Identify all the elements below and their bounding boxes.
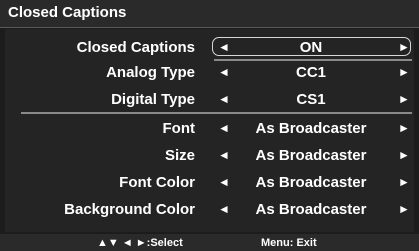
closed-captions-menu: Closed Captions Closed Captions ◄ ON ► A… bbox=[0, 0, 419, 251]
arrow-right-icon[interactable]: ► bbox=[398, 65, 410, 79]
menu-title-bar: Closed Captions bbox=[0, 0, 419, 28]
divider-middle bbox=[21, 112, 412, 114]
setting-label: Font bbox=[162, 120, 195, 137]
setting-label: Font Color bbox=[119, 174, 195, 191]
setting-row-size[interactable]: Size ◄ As Broadcaster ► bbox=[5, 144, 414, 168]
menu-title: Closed Captions bbox=[8, 4, 127, 21]
setting-label: Digital Type bbox=[111, 91, 195, 108]
footer-bar: ▲▼ ◄ ►:Select Menu: Exit bbox=[0, 234, 419, 251]
arrow-right-icon[interactable]: ► bbox=[398, 175, 410, 189]
setting-value: As Broadcaster bbox=[255, 201, 367, 218]
setting-row-font-color[interactable]: Font Color ◄ As Broadcaster ► bbox=[5, 171, 414, 195]
arrow-right-icon[interactable]: ► bbox=[398, 40, 410, 54]
setting-value: As Broadcaster bbox=[255, 120, 367, 137]
select-hint: ▲▼ ◄ ►:Select bbox=[97, 237, 183, 249]
setting-label: Size bbox=[164, 147, 195, 164]
setting-value: As Broadcaster bbox=[255, 174, 367, 191]
setting-row-closed-captions[interactable]: Closed Captions ◄ ON ► bbox=[5, 36, 414, 60]
setting-value: As Broadcaster bbox=[255, 147, 367, 164]
setting-label: Background Color bbox=[64, 201, 195, 218]
setting-label: Closed Captions bbox=[76, 39, 195, 56]
arrow-right-icon[interactable]: ► bbox=[398, 148, 410, 162]
arrow-right-icon[interactable]: ► bbox=[398, 121, 410, 135]
setting-value: ON bbox=[299, 39, 323, 56]
setting-label: Analog Type bbox=[106, 64, 195, 81]
setting-row-analog-type[interactable]: Analog Type ◄ CC1 ► bbox=[5, 61, 414, 85]
setting-value: CS1 bbox=[296, 91, 326, 108]
select-hint-text: :Select bbox=[146, 237, 183, 249]
arrow-right-icon[interactable]: ► bbox=[398, 202, 410, 216]
setting-value: CC1 bbox=[295, 64, 326, 81]
exit-hint: Menu: Exit bbox=[261, 237, 317, 249]
setting-row-digital-type[interactable]: Digital Type ◄ CS1 ► bbox=[5, 88, 414, 112]
setting-row-font[interactable]: Font ◄ As Broadcaster ► bbox=[5, 117, 414, 141]
arrow-right-icon[interactable]: ► bbox=[398, 92, 410, 106]
setting-row-background-color[interactable]: Background Color ◄ As Broadcaster ► bbox=[5, 198, 414, 222]
navigation-arrows-icon: ▲▼ ◄ ► bbox=[97, 237, 147, 249]
